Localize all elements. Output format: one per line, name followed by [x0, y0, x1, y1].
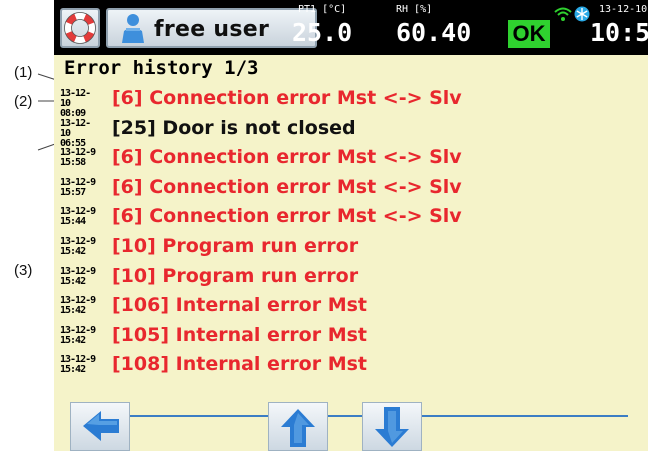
snowflake-icon [574, 6, 590, 22]
measure2-value: 60.40 [396, 18, 472, 47]
error-date: 13-12-10 [60, 117, 91, 139]
error-row[interactable]: 13-12-9 15:44 [6] Connection error Mst <->… [54, 204, 648, 234]
error-message: [6] Connection error Mst <-> Slv [112, 146, 462, 169]
error-row[interactable]: 13-12-9 15:42 [108] Internal error Mst [54, 352, 648, 382]
error-timestamp: 13-12-9 15:58 [60, 148, 100, 168]
error-row[interactable]: 13-12-10 06:55 [25] Door is not closed [54, 116, 648, 149]
error-date: 13-12-10 [60, 88, 91, 109]
callout-2: (2) [14, 93, 33, 110]
error-row[interactable]: 13-12-9 15:57 [6] Connection error Mst <->… [54, 175, 648, 205]
device-screen: free user PT1 [°C] 25.0 RH [%] 60.40 OK … [54, 0, 648, 451]
error-row[interactable]: 13-12-9 15:42 [105] Internal error Mst [54, 323, 648, 353]
error-time: 15:42 [60, 334, 86, 346]
error-row[interactable]: 13-12-9 15:42 [10] Program run error [54, 234, 648, 264]
arrow-left-icon [83, 411, 119, 441]
page-title: Error history 1/3 [64, 57, 259, 79]
status-ok-badge: OK [508, 20, 550, 48]
error-message: [10] Program run error [112, 235, 359, 257]
error-timestamp: 13-12-9 15:42 [60, 237, 100, 257]
error-time: 15:57 [60, 186, 86, 198]
error-message: [106] Internal error Mst [112, 294, 368, 317]
arrow-down-icon [375, 407, 409, 447]
scroll-up-button[interactable] [268, 402, 328, 451]
user-button[interactable]: free user [106, 8, 317, 48]
error-message: [105] Internal error Mst [112, 323, 368, 346]
error-timestamp: 13-12-9 15:57 [60, 177, 100, 198]
wifi-icon [554, 7, 572, 21]
error-timestamp: 13-12-9 15:42 [60, 296, 100, 316]
error-timestamp: 13-12-9 15:42 [60, 355, 100, 375]
error-time: 15:42 [60, 364, 86, 376]
error-timestamp: 13-12-9 15:44 [60, 207, 100, 227]
user-label: free user [154, 17, 270, 42]
measure1-label: PT1 [°C] [298, 4, 347, 15]
measure1-value: 25.0 [292, 18, 353, 47]
measure2-label: RH [%] [396, 4, 433, 15]
error-timestamp: 13-12-9 15:42 [60, 266, 100, 287]
error-row[interactable]: 13-12-9 15:42 [10] Program run error [54, 264, 648, 294]
error-message: [6] Connection error Mst <-> Slv [112, 205, 462, 228]
back-button[interactable] [70, 402, 130, 451]
error-time: 15:58 [60, 157, 86, 169]
callout-3: (3) [14, 262, 33, 279]
header-time: 10:50 [590, 18, 648, 47]
scroll-down-button[interactable] [362, 402, 422, 451]
arrow-up-icon [281, 409, 315, 447]
error-timestamp: 13-12-9 15:42 [60, 325, 100, 346]
error-time: 15:42 [60, 275, 86, 287]
callout-1: (1) [14, 64, 33, 81]
error-message: [25] Door is not closed [112, 116, 356, 139]
help-button[interactable] [60, 8, 100, 48]
error-message: [10] Program run error [112, 264, 359, 287]
error-row[interactable]: 13-12-10 08:09 [6] Connection error Mst <-… [54, 86, 648, 119]
error-message: [108] Internal error Mst [112, 353, 368, 376]
error-message: [6] Connection error Mst <-> Slv [112, 175, 462, 198]
header-date: 13-12-10 [599, 4, 648, 15]
nav-line [70, 415, 628, 417]
error-message: [6] Connection error Mst <-> Slv [112, 87, 462, 109]
error-row[interactable]: 13-12-9 15:58 [6] Connection error Mst <->… [54, 145, 648, 175]
error-time: 15:44 [60, 216, 86, 228]
status-bar: free user PT1 [°C] 25.0 RH [%] 60.40 OK … [54, 0, 648, 55]
error-time: 15:42 [60, 246, 86, 257]
error-time: 15:42 [60, 305, 86, 317]
error-timestamp: 13-12-10 08:09 [60, 89, 100, 119]
error-timestamp: 13-12-10 06:55 [60, 117, 100, 149]
lifebuoy-icon [64, 12, 96, 44]
user-icon [122, 14, 144, 43]
error-row[interactable]: 13-12-9 15:42 [106] Internal error Mst [54, 293, 648, 323]
